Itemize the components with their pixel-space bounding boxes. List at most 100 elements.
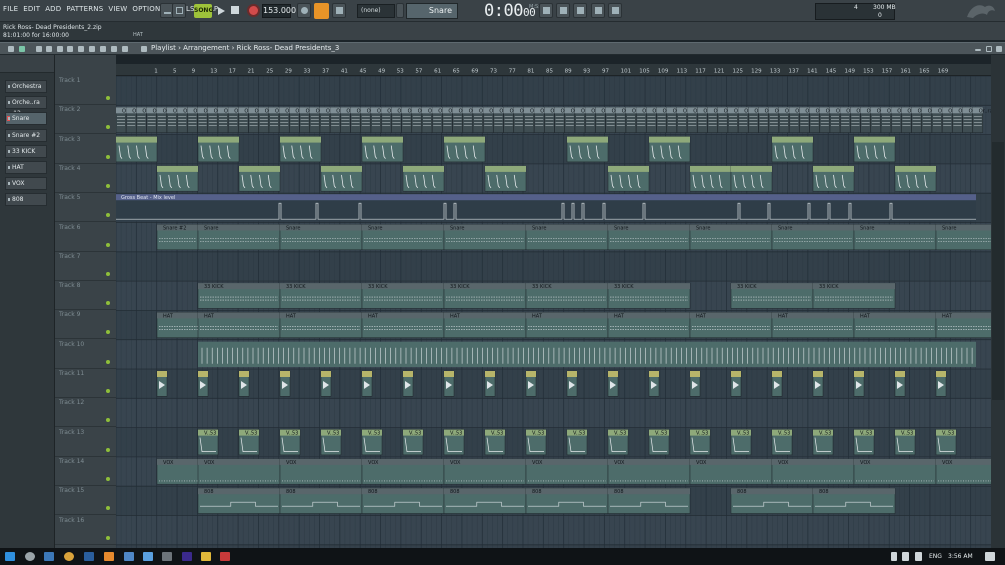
pattern-clip[interactable]: 33 KICK — [730, 282, 814, 309]
menu-patterns[interactable]: PATTERNS — [66, 5, 103, 13]
track-enable-led[interactable] — [106, 476, 110, 481]
pattern-clip[interactable]: HAT — [771, 312, 855, 338]
pattern-clip[interactable]: Snare #2 — [156, 224, 199, 251]
pattern-item-33-kick[interactable]: 33 KICK — [5, 144, 47, 158]
play-button[interactable] — [214, 3, 228, 19]
pattern-clip[interactable] — [730, 165, 773, 192]
pattern-clip[interactable] — [320, 165, 363, 192]
pattern-clip[interactable]: 808 — [525, 487, 609, 514]
pattern-clip[interactable] — [566, 370, 578, 397]
track-header[interactable]: Track 2 — [55, 105, 116, 135]
pattern-clip[interactable]: HAT — [935, 312, 991, 338]
pattern-clip[interactable] — [238, 370, 250, 397]
metronome-icon[interactable] — [297, 3, 311, 18]
pattern-clip[interactable]: V..53 — [484, 429, 506, 456]
pattern-clip[interactable] — [607, 370, 619, 397]
pattern-clip[interactable]: 33 KICK — [279, 282, 363, 309]
pattern-clip[interactable]: V..53 — [402, 429, 424, 456]
pattern-clip[interactable] — [320, 370, 332, 397]
pattern-clip[interactable]: 808 — [812, 487, 896, 514]
pattern-clip[interactable]: 33 KICK — [361, 282, 445, 309]
pattern-clip[interactable] — [361, 136, 404, 163]
track-enable-led[interactable] — [106, 125, 110, 130]
pattern-clip[interactable] — [771, 136, 814, 163]
search-icon[interactable] — [25, 552, 35, 561]
pattern-clip[interactable]: HAT — [443, 312, 527, 338]
pattern-clip[interactable]: Snare — [935, 224, 991, 251]
track-header[interactable]: Track 10 — [55, 340, 116, 369]
pattern-clip[interactable]: Snare — [771, 224, 855, 251]
song-time-display[interactable]: 0:0000 — [484, 1, 536, 21]
track-header[interactable]: Track 8 — [55, 281, 116, 311]
pattern-clip[interactable]: 33 KICK — [812, 282, 896, 309]
delete-tool-icon[interactable] — [57, 46, 63, 52]
pattern-clip[interactable] — [525, 370, 537, 397]
zoom-tool-icon[interactable] — [111, 46, 117, 52]
pattern-clip[interactable]: VOX — [689, 458, 773, 485]
pattern-clip[interactable]: Snare — [443, 224, 527, 251]
pattern-clip[interactable]: Snare — [525, 224, 609, 251]
pattern-clip[interactable]: V..53 — [689, 429, 711, 456]
pattern-clip[interactable]: 808 — [361, 487, 445, 514]
pattern-clip[interactable]: V..53 — [320, 429, 342, 456]
pattern-clip[interactable] — [812, 370, 824, 397]
pattern-clip[interactable] — [361, 370, 373, 397]
track-enable-led[interactable] — [106, 96, 110, 100]
pattern-clip[interactable] — [238, 165, 281, 192]
pattern-clip[interactable]: V..53 — [566, 429, 588, 456]
calculator-icon[interactable] — [162, 552, 172, 561]
pencil-tool-icon[interactable] — [36, 46, 42, 52]
slip-tool-icon[interactable] — [78, 46, 84, 52]
tray-chevron-icon[interactable] — [891, 552, 897, 561]
menu-file[interactable]: FILE — [3, 5, 18, 13]
track-enable-led[interactable] — [106, 447, 110, 452]
track-header[interactable]: Track 7 — [55, 252, 116, 281]
pattern-clip[interactable] — [156, 165, 199, 192]
track-enable-led[interactable] — [106, 535, 110, 540]
track-enable-led[interactable] — [106, 242, 110, 247]
pattern-clip[interactable]: V..53 — [894, 429, 916, 456]
breadcrumb-arrangement[interactable]: Arrangement — [183, 44, 229, 52]
track-enable-led[interactable] — [106, 389, 110, 393]
track-enable-led[interactable] — [106, 301, 110, 306]
step-edit-button[interactable] — [314, 3, 329, 19]
pattern-clip[interactable] — [689, 370, 701, 397]
premiere-icon[interactable] — [182, 552, 192, 561]
pattern-clip[interactable]: 808 — [443, 487, 527, 514]
playlist-close-icon[interactable] — [996, 46, 1002, 52]
pattern-clip[interactable] — [484, 370, 496, 397]
pattern-item-orchestra[interactable]: Orchestra — [5, 80, 47, 93]
track-header[interactable]: Track 11 — [55, 369, 116, 398]
pattern-clip[interactable] — [607, 165, 650, 192]
pattern-clip[interactable]: VOX — [525, 458, 609, 485]
pattern-clip[interactable]: VOX — [853, 458, 937, 485]
pattern-clip[interactable]: V..53 — [812, 429, 834, 456]
current-pattern-selector[interactable]: Snare — [406, 3, 458, 19]
pattern-clip[interactable]: VOX — [279, 458, 363, 485]
pattern-clip[interactable] — [771, 370, 783, 397]
photoshop-icon[interactable] — [84, 552, 94, 561]
pattern-clip[interactable] — [648, 136, 691, 163]
mute-tool-icon[interactable] — [67, 46, 73, 52]
pattern-clip[interactable]: Snare — [853, 224, 937, 251]
pattern-clip[interactable]: VOX — [771, 458, 855, 485]
pattern-clip[interactable] — [197, 136, 240, 163]
track-header[interactable]: Track 6 — [55, 223, 116, 252]
pattern-clip[interactable]: HAT — [525, 312, 609, 338]
pattern-clip[interactable]: Snare — [361, 224, 445, 251]
menu-view[interactable]: VIEW — [108, 5, 127, 13]
pattern-selector[interactable]: (none) — [357, 4, 395, 18]
mixer-icon[interactable] — [591, 3, 605, 18]
pattern-clip[interactable] — [198, 341, 976, 367]
track-header[interactable]: Track 4 — [55, 164, 116, 193]
pattern-item-808[interactable]: 808 — [5, 193, 47, 207]
network-icon[interactable] — [915, 552, 922, 561]
channel-rack-icon[interactable] — [573, 3, 587, 18]
pattern-clip[interactable]: V..53 — [935, 429, 957, 456]
pattern-clip[interactable] — [853, 136, 896, 163]
track-enable-led[interactable] — [106, 418, 110, 423]
playlist-maximize-icon[interactable] — [986, 46, 992, 52]
zoom-panel[interactable] — [992, 142, 1004, 400]
pattern-clip[interactable] — [402, 165, 445, 192]
track-header[interactable]: Track 9 — [55, 310, 116, 340]
